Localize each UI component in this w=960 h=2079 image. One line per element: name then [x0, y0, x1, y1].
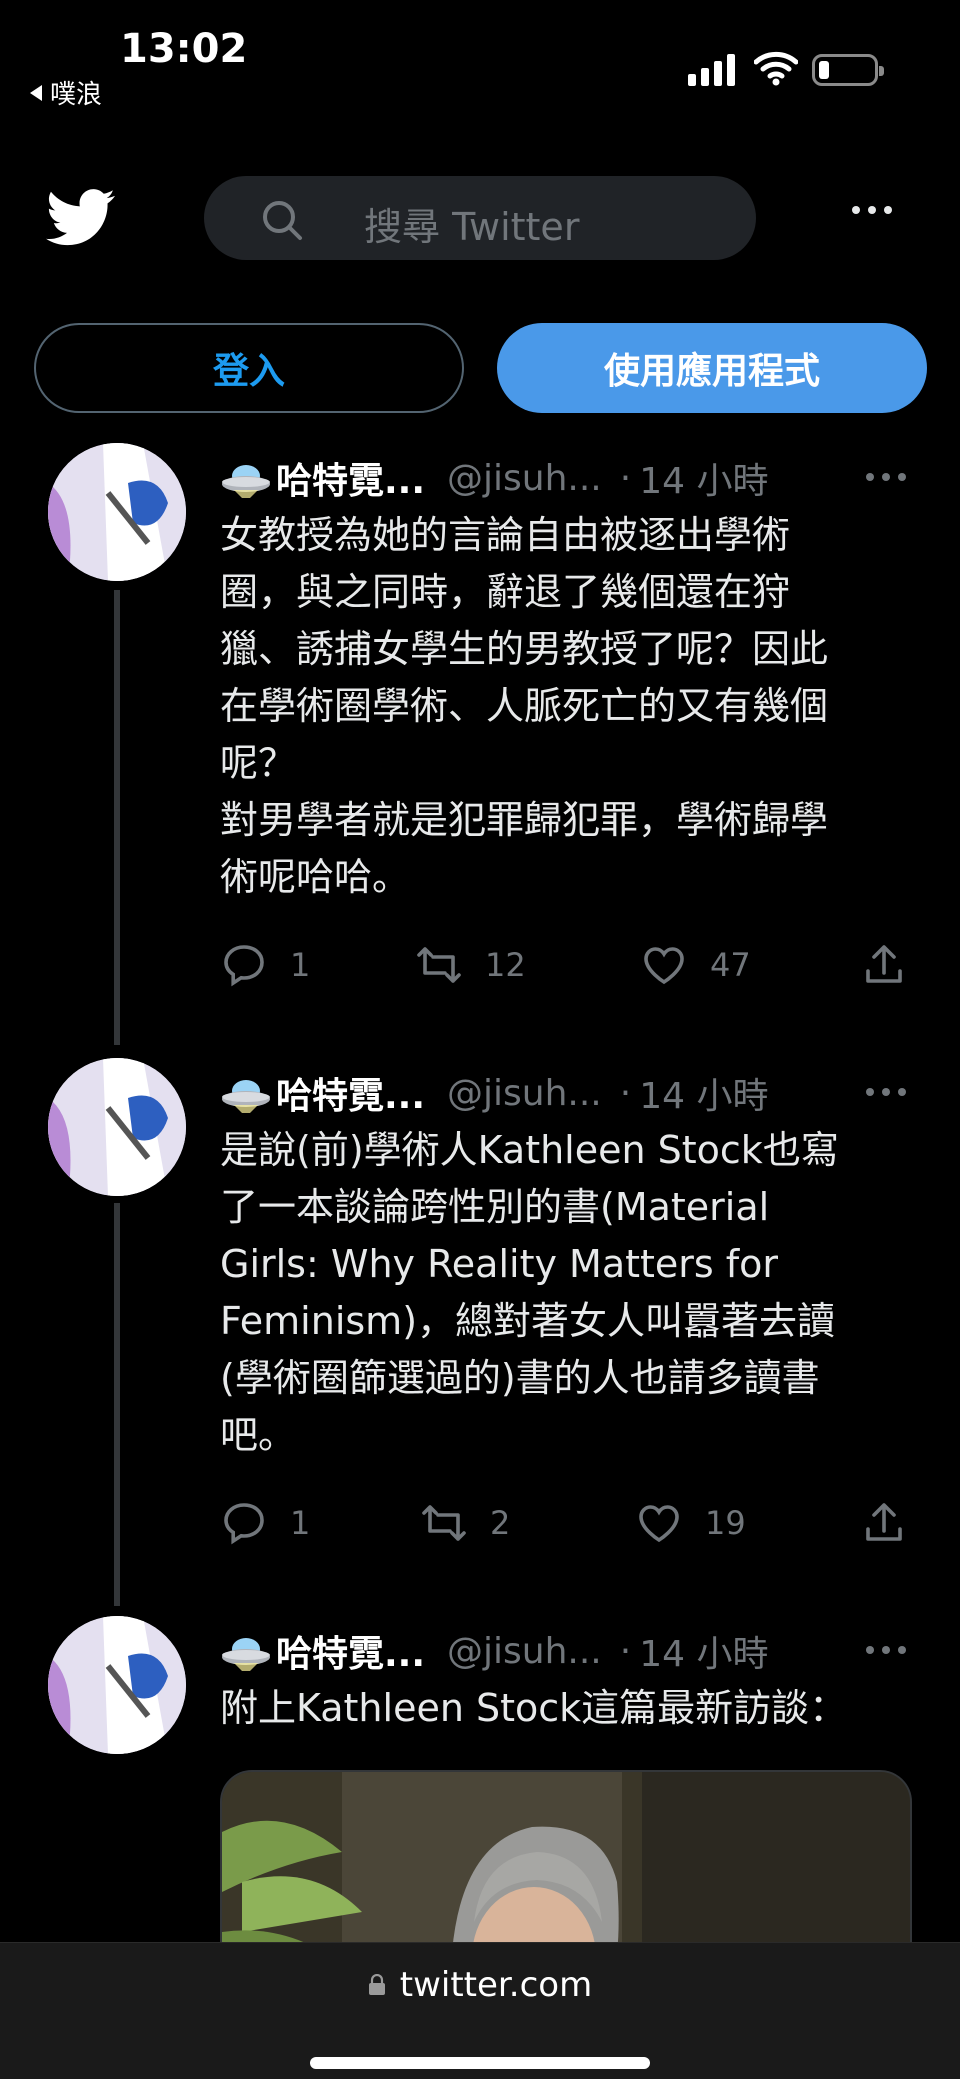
- share-icon: [866, 1503, 902, 1541]
- tweet-actions: 1 2 19: [220, 1499, 920, 1549]
- wifi-icon: [754, 51, 798, 86]
- retweet-count: 12: [485, 946, 526, 984]
- heart-icon: [644, 947, 684, 985]
- status-bar: 13:02 噗浪: [0, 0, 960, 140]
- home-indicator[interactable]: [310, 2057, 650, 2069]
- tweet[interactable]: 哈特霓... @jisuh... · 14 小時 是說(前)學術人Kathlee…: [0, 1058, 960, 1608]
- share-icon: [866, 945, 902, 983]
- search-input[interactable]: 搜尋 Twitter: [204, 176, 756, 260]
- back-app-label: 噗浪: [50, 80, 103, 110]
- like-count: 19: [705, 1504, 746, 1542]
- separator: ·: [619, 1630, 632, 1672]
- tweet-timestamp[interactable]: 14 小時: [639, 1067, 768, 1119]
- tweet-text: 附上Kathleen Stock這篇最新訪談：: [220, 1686, 848, 1730]
- heart-icon: [639, 1505, 679, 1543]
- tweet[interactable]: 哈特霓... @jisuh... · 14 小時 女教授為她的言論自由被逐出學術…: [0, 443, 960, 1043]
- tweet-author-handle[interactable]: @jisuh...: [447, 1073, 602, 1114]
- reply-button[interactable]: 1: [220, 941, 310, 989]
- back-to-app-button[interactable]: 噗浪: [30, 74, 102, 111]
- tweet-header: 哈特霓... @jisuh... · 14 小時: [220, 453, 920, 503]
- tweet-actions: 1 12 47: [220, 941, 920, 991]
- tweet-more-icon[interactable]: [866, 1646, 906, 1654]
- tweet-text: 女教授為她的言論自由被逐出學術 圈，與之同時，辭退了幾個還在狩 獵、誘捕女學生的…: [220, 513, 829, 899]
- avatar[interactable]: [48, 443, 186, 581]
- tweet-author-handle[interactable]: @jisuh...: [447, 1631, 602, 1672]
- avatar[interactable]: [48, 1058, 186, 1196]
- share-button[interactable]: [860, 1499, 908, 1547]
- more-options-icon[interactable]: [852, 206, 892, 214]
- tweet-more-icon[interactable]: [866, 1088, 906, 1096]
- reply-icon: [224, 1503, 264, 1545]
- tweet-more-icon[interactable]: [866, 473, 906, 481]
- tweet-author-name[interactable]: 哈特霓...: [276, 452, 425, 504]
- twitter-logo-icon[interactable]: [46, 188, 116, 248]
- back-arrow-icon: [30, 84, 42, 101]
- reply-icon: [224, 945, 264, 987]
- share-button[interactable]: [860, 941, 908, 989]
- tweet-author-name[interactable]: 哈特霓...: [276, 1067, 425, 1119]
- retweet-count: 2: [490, 1504, 511, 1542]
- retweet-button[interactable]: 2: [420, 1499, 510, 1547]
- browser-address-bar[interactable]: twitter.com: [0, 1942, 960, 2079]
- like-count: 47: [710, 946, 751, 984]
- cellular-signal-icon: [688, 52, 735, 86]
- reply-count: 1: [290, 946, 311, 984]
- retweet-button[interactable]: 12: [415, 941, 526, 989]
- ufo-emoji-icon: [222, 1638, 270, 1671]
- ufo-emoji-icon: [222, 465, 270, 498]
- like-button[interactable]: 19: [635, 1499, 746, 1547]
- like-button[interactable]: 47: [640, 941, 751, 989]
- lock-icon: [368, 1974, 385, 1995]
- tweet-header: 哈特霓... @jisuh... · 14 小時: [220, 1626, 920, 1676]
- url-display[interactable]: twitter.com: [0, 1965, 960, 2005]
- reply-button[interactable]: 1: [220, 1499, 310, 1547]
- search-placeholder: 搜尋 Twitter: [364, 205, 580, 249]
- battery-icon: [812, 54, 884, 86]
- tweet-timestamp[interactable]: 14 小時: [639, 1625, 768, 1677]
- twitter-header: 搜尋 Twitter: [0, 140, 960, 310]
- separator: ·: [619, 1072, 632, 1114]
- retweet-icon: [417, 947, 461, 983]
- tweet-text: 是說(前)學術人Kathleen Stock也寫 了一本談論跨性別的書(Mate…: [220, 1128, 839, 1457]
- tweet-author-handle[interactable]: @jisuh...: [447, 458, 602, 499]
- status-time: 13:02: [120, 26, 248, 72]
- search-icon: [263, 201, 302, 240]
- avatar[interactable]: [48, 1616, 186, 1754]
- tweet-header: 哈特霓... @jisuh... · 14 小時: [220, 1068, 920, 1118]
- tweet-author-name[interactable]: 哈特霓...: [276, 1625, 425, 1677]
- url-text: twitter.com: [399, 1965, 593, 2005]
- ufo-emoji-icon: [222, 1080, 270, 1113]
- tweet-timestamp[interactable]: 14 小時: [639, 452, 768, 504]
- use-app-button[interactable]: 使用應用程式: [497, 323, 927, 413]
- retweet-icon: [422, 1505, 466, 1541]
- separator: ·: [619, 457, 632, 499]
- reply-count: 1: [290, 1504, 311, 1542]
- login-button[interactable]: 登入: [34, 323, 464, 413]
